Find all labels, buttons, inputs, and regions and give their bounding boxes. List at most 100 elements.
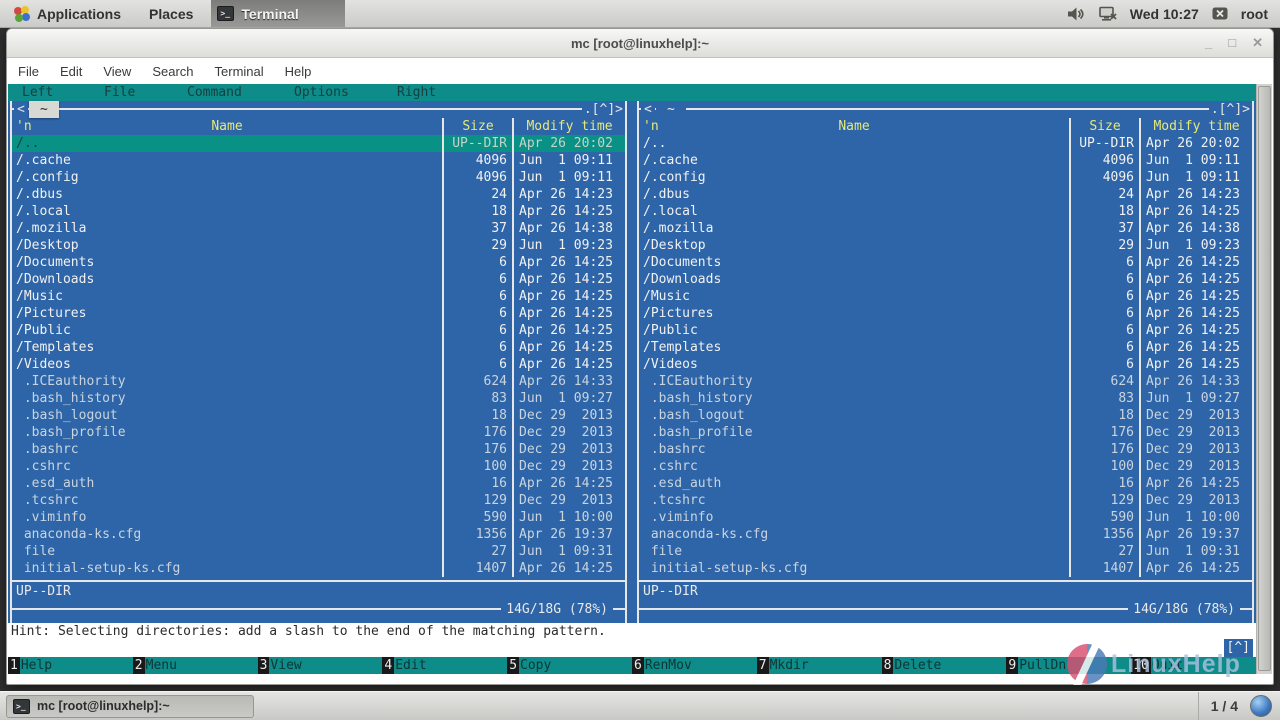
file-row[interactable]: .cshrc100Dec 29 2013 (639, 458, 1252, 475)
file-row[interactable]: /.config4096Jun 1 09:11 (12, 169, 625, 186)
mc-menu-command[interactable]: Command (187, 84, 242, 101)
file-row[interactable]: .esd_auth16Apr 26 14:25 (12, 475, 625, 492)
terminal-menu-file[interactable]: File (18, 64, 39, 79)
file-row[interactable]: .viminfo590Jun 1 10:00 (639, 509, 1252, 526)
file-row[interactable]: .bash_history83Jun 1 09:27 (12, 390, 625, 407)
file-row[interactable]: /.mozilla37Apr 26 14:38 (639, 220, 1252, 237)
terminal-menu-search[interactable]: Search (152, 64, 193, 79)
file-row[interactable]: /Desktop29Jun 1 09:23 (639, 237, 1252, 254)
file-row[interactable]: /Pictures6Apr 26 14:25 (639, 305, 1252, 322)
fn-key-mkdir[interactable]: 7Mkdir (757, 657, 882, 674)
file-row[interactable]: /.dbus24Apr 26 14:23 (12, 186, 625, 203)
fn-key-pulldn[interactable]: 9PullDn (1006, 657, 1131, 674)
file-row[interactable]: .bashrc176Dec 29 2013 (639, 441, 1252, 458)
fn-key-menu[interactable]: 2Menu (133, 657, 258, 674)
panel-history-left-icon[interactable]: < (641, 101, 655, 118)
file-row[interactable]: /..UP--DIRApr 26 20:02 (12, 135, 625, 152)
minimize-icon[interactable]: _ (1205, 37, 1212, 49)
file-row[interactable]: /.cache4096Jun 1 09:11 (12, 152, 625, 169)
file-row[interactable]: /Templates6Apr 26 14:25 (639, 339, 1252, 356)
places-menu[interactable]: Places (135, 0, 207, 27)
window-titlebar[interactable]: mc [root@linuxhelp]:~ _ □ ✕ (7, 29, 1273, 58)
file-row[interactable]: /Pictures6Apr 26 14:25 (12, 305, 625, 322)
file-row[interactable]: initial-setup-ks.cfg1407Apr 26 14:25 (12, 560, 625, 577)
column-header-size[interactable]: Size (1069, 118, 1139, 135)
file-row[interactable]: /Videos6Apr 26 14:25 (639, 356, 1252, 373)
fn-key-help[interactable]: 1Help (8, 657, 133, 674)
panel-corner-marks[interactable]: .[^]> (1209, 101, 1252, 118)
fn-key-renmov[interactable]: 6RenMov (632, 657, 757, 674)
file-row[interactable]: /.cache4096Jun 1 09:11 (639, 152, 1252, 169)
fn-key-view[interactable]: 3View (258, 657, 383, 674)
terminal-menu-edit[interactable]: Edit (60, 64, 82, 79)
column-header-size[interactable]: Size (442, 118, 512, 135)
fn-key-quit[interactable]: 10Quit (1131, 657, 1256, 674)
mc-command-line[interactable]: [root@linuxhelp ~]# [^] (8, 640, 1256, 657)
file-row[interactable]: .ICEauthority624Apr 26 14:33 (639, 373, 1252, 390)
file-row[interactable]: /Documents6Apr 26 14:25 (639, 254, 1252, 271)
terminal-menu-help[interactable]: Help (285, 64, 312, 79)
active-app-button[interactable]: >_ Terminal (211, 0, 344, 27)
mc-menu-options[interactable]: Options (294, 84, 349, 101)
column-header-name[interactable]: Name (639, 118, 1069, 135)
clock[interactable]: Wed 10:27 (1130, 6, 1199, 22)
taskbar-window-button[interactable]: >_ mc [root@linuxhelp]:~ (6, 695, 254, 718)
column-header-mtime[interactable]: Modify time (512, 118, 625, 135)
file-row[interactable]: /Downloads6Apr 26 14:25 (639, 271, 1252, 288)
session-user-label[interactable]: root (1241, 6, 1268, 22)
panel-history-left-icon[interactable]: < (14, 101, 28, 118)
volume-icon[interactable] (1067, 5, 1086, 23)
fn-key-copy[interactable]: 5Copy (507, 657, 632, 674)
mc-menu-file[interactable]: File (104, 84, 135, 101)
terminal-menu-terminal[interactable]: Terminal (215, 64, 264, 79)
column-header-name[interactable]: Name (12, 118, 442, 135)
file-row[interactable]: .esd_auth16Apr 26 14:25 (639, 475, 1252, 492)
file-row[interactable]: /Music6Apr 26 14:25 (12, 288, 625, 305)
file-row[interactable]: .bash_profile176Dec 29 2013 (12, 424, 625, 441)
terminal-menu-view[interactable]: View (103, 64, 131, 79)
scrollbar-thumb[interactable] (1258, 86, 1271, 671)
file-row[interactable]: file27Jun 1 09:31 (639, 543, 1252, 560)
mc-menu-right[interactable]: Right (397, 84, 436, 101)
column-header-mtime[interactable]: Modify time (1139, 118, 1252, 135)
file-row[interactable]: .bash_logout18Dec 29 2013 (639, 407, 1252, 424)
file-row[interactable]: /.dbus24Apr 26 14:23 (639, 186, 1252, 203)
file-row[interactable]: /Templates6Apr 26 14:25 (12, 339, 625, 356)
file-row[interactable]: anaconda-ks.cfg1356Apr 26 19:37 (639, 526, 1252, 543)
file-row[interactable]: initial-setup-ks.cfg1407Apr 26 14:25 (639, 560, 1252, 577)
file-row[interactable]: .bash_logout18Dec 29 2013 (12, 407, 625, 424)
file-row[interactable]: /Public6Apr 26 14:25 (639, 322, 1252, 339)
mc-menu-left[interactable]: Left (22, 84, 53, 101)
file-row[interactable]: file27Jun 1 09:31 (12, 543, 625, 560)
file-row[interactable]: .ICEauthority624Apr 26 14:33 (12, 373, 625, 390)
maximize-icon[interactable]: □ (1228, 37, 1236, 49)
file-row[interactable]: .viminfo590Jun 1 10:00 (12, 509, 625, 526)
left-panel-path[interactable]: ~ (29, 101, 59, 118)
terminal-scrollbar[interactable] (1256, 84, 1272, 674)
panel-corner-marks[interactable]: .[^]> (582, 101, 625, 118)
workspace-switcher-icon[interactable] (1250, 695, 1272, 717)
file-row[interactable]: .bash_history83Jun 1 09:27 (639, 390, 1252, 407)
fn-key-edit[interactable]: 4Edit (382, 657, 507, 674)
file-row[interactable]: /Downloads6Apr 26 14:25 (12, 271, 625, 288)
file-row[interactable]: /Documents6Apr 26 14:25 (12, 254, 625, 271)
file-row[interactable]: anaconda-ks.cfg1356Apr 26 19:37 (12, 526, 625, 543)
right-panel-path[interactable]: ~ (656, 101, 686, 118)
file-row[interactable]: /..UP--DIRApr 26 20:02 (639, 135, 1252, 152)
user-status-icon[interactable] (1211, 5, 1229, 23)
file-row[interactable]: /.local18Apr 26 14:25 (639, 203, 1252, 220)
file-row[interactable]: /Desktop29Jun 1 09:23 (12, 237, 625, 254)
file-row[interactable]: /.mozilla37Apr 26 14:38 (12, 220, 625, 237)
file-row[interactable]: .tcshrc129Dec 29 2013 (12, 492, 625, 509)
close-icon[interactable]: ✕ (1252, 37, 1263, 49)
file-row[interactable]: .tcshrc129Dec 29 2013 (639, 492, 1252, 509)
network-icon[interactable] (1098, 5, 1118, 23)
workspace-pager-label[interactable]: 1 / 4 (1211, 698, 1238, 714)
file-row[interactable]: .cshrc100Dec 29 2013 (12, 458, 625, 475)
fn-key-delete[interactable]: 8Delete (882, 657, 1007, 674)
applications-menu[interactable]: Applications (0, 0, 135, 27)
file-row[interactable]: /Videos6Apr 26 14:25 (12, 356, 625, 373)
file-row[interactable]: /.local18Apr 26 14:25 (12, 203, 625, 220)
file-row[interactable]: /Music6Apr 26 14:25 (639, 288, 1252, 305)
file-row[interactable]: /.config4096Jun 1 09:11 (639, 169, 1252, 186)
